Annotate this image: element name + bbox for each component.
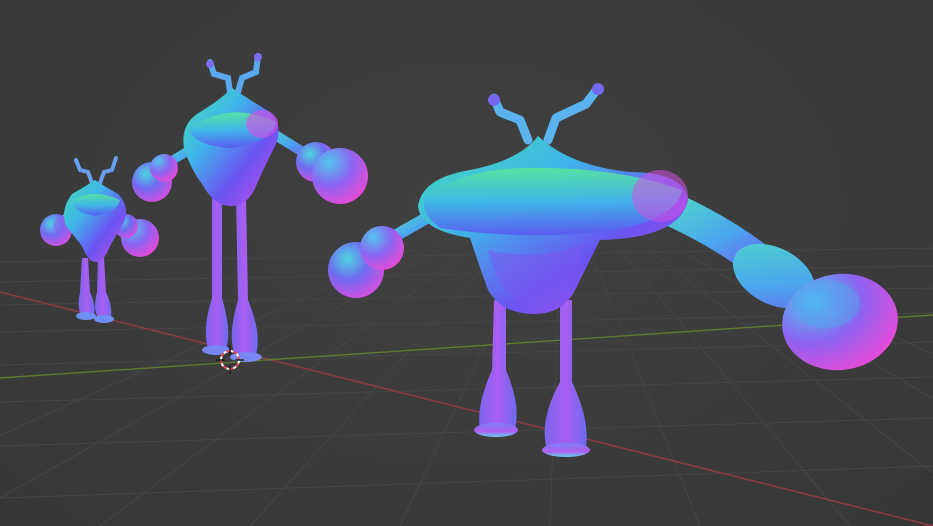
creature-medium[interactable] [132,53,368,362]
viewport-canvas[interactable] [0,0,933,526]
3d-viewport[interactable] [0,0,933,526]
creature-large[interactable] [328,83,904,457]
